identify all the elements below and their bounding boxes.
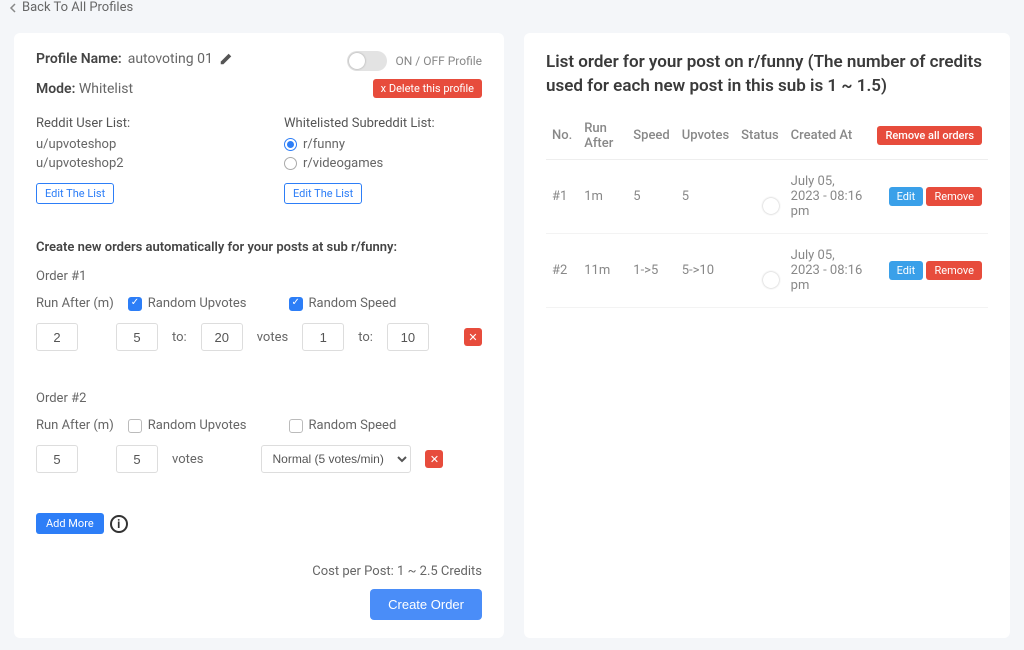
remove-order-button[interactable]: ✕ [425,450,443,468]
votes-input[interactable] [116,445,158,473]
remove-all-button[interactable]: Remove all orders [877,126,982,145]
random-speed-label: Random Speed [309,296,397,311]
back-link-label: Back To All Profiles [22,0,133,15]
run-after-input[interactable] [36,323,78,351]
random-speed-checkbox[interactable] [289,419,303,433]
random-upvotes-checkbox[interactable] [128,419,142,433]
remove-row-button[interactable]: Remove [926,187,982,206]
cell-speed: 5 [627,159,675,233]
radio-icon[interactable] [284,157,297,170]
cell-run-after: 1m [578,159,627,233]
col-created: Created At [785,113,872,160]
profile-name-label: Profile Name: [36,51,122,67]
col-status: Status [735,113,784,160]
info-icon[interactable]: i [110,515,128,533]
back-link[interactable]: Back To All Profiles [8,0,133,15]
list-item: u/upvoteshop [36,137,234,152]
order1-label: Order #1 [36,269,482,284]
orders-title: List order for your post on r/funny (The… [546,51,988,99]
chevron-left-icon [8,3,18,13]
col-upvotes: Upvotes [676,113,735,160]
random-speed-checkbox[interactable] [289,297,303,311]
cell-upvotes: 5 [676,159,735,233]
orders-panel: List order for your post on r/funny (The… [524,33,1010,638]
cell-created: July 05, 2023 - 08:16 pm [785,233,872,307]
random-upvotes-label: Random Upvotes [148,418,247,433]
run-after-input[interactable] [36,445,78,473]
run-after-label: Run After (m) [36,418,114,433]
mode-value: Whitelist [79,81,133,97]
delete-profile-button[interactable]: x Delete this profile [373,79,482,98]
upvotes-from-input[interactable] [116,323,158,351]
col-speed: Speed [627,113,675,160]
add-more-button[interactable]: Add More [36,513,104,534]
edit-row-button[interactable]: Edit [889,261,924,280]
cell-speed: 1->5 [627,233,675,307]
reddit-user-list-title: Reddit User List: [36,116,234,131]
votes-label: votes [172,452,203,467]
table-row: #1 1m 5 5 July 05, 2023 - 08:16 pm Edit … [546,159,988,233]
speed-from-input[interactable] [302,323,344,351]
orders-table: No. Run After Speed Upvotes Status Creat… [546,113,988,308]
random-upvotes-checkbox[interactable] [128,297,142,311]
speed-to-input[interactable] [387,323,429,351]
profile-panel: Profile Name: autovoting 01 Mode: Whitel… [14,33,504,638]
to-label: to: [172,330,187,345]
radio-icon[interactable] [284,138,297,151]
remove-order-button[interactable]: ✕ [464,328,482,346]
subreddit-name: r/videogames [303,156,383,171]
create-orders-title: Create new orders automatically for your… [36,240,482,255]
random-upvotes-label: Random Upvotes [148,296,247,311]
cell-upvotes: 5->10 [676,233,735,307]
order2-label: Order #2 [36,391,482,406]
edit-user-list-button[interactable]: Edit The List [36,183,114,204]
list-item[interactable]: r/videogames [284,156,482,171]
run-after-label: Run After (m) [36,296,114,311]
table-row: #2 11m 1->5 5->10 July 05, 2023 - 08:16 … [546,233,988,307]
create-order-button[interactable]: Create Order [370,589,482,620]
subreddit-name: r/funny [303,137,345,152]
profile-name-value: autovoting 01 [128,51,213,67]
random-speed-label: Random Speed [309,418,397,433]
profile-toggle[interactable] [347,51,387,71]
col-run-after: Run After [578,113,627,160]
edit-row-button[interactable]: Edit [889,187,924,206]
onoff-label: ON / OFF Profile [395,54,482,68]
cell-no: #1 [546,159,578,233]
cell-created: July 05, 2023 - 08:16 pm [785,159,872,233]
list-item: u/upvoteshop2 [36,156,234,171]
speed-select[interactable]: Normal (5 votes/min) [261,445,411,473]
votes-label: votes [257,330,288,345]
col-no: No. [546,113,578,160]
cell-no: #2 [546,233,578,307]
upvotes-to-input[interactable] [201,323,243,351]
whitelist-title: Whitelisted Subreddit List: [284,116,482,131]
to-label: to: [358,330,373,345]
edit-subreddit-list-button[interactable]: Edit The List [284,183,362,204]
mode-label: Mode: [36,81,75,97]
cost-per-post-label: Cost per Post: 1 ~ 2.5 Credits [36,564,482,579]
cell-run-after: 11m [578,233,627,307]
edit-icon[interactable] [219,52,233,66]
remove-row-button[interactable]: Remove [926,261,982,280]
list-item[interactable]: r/funny [284,137,482,152]
